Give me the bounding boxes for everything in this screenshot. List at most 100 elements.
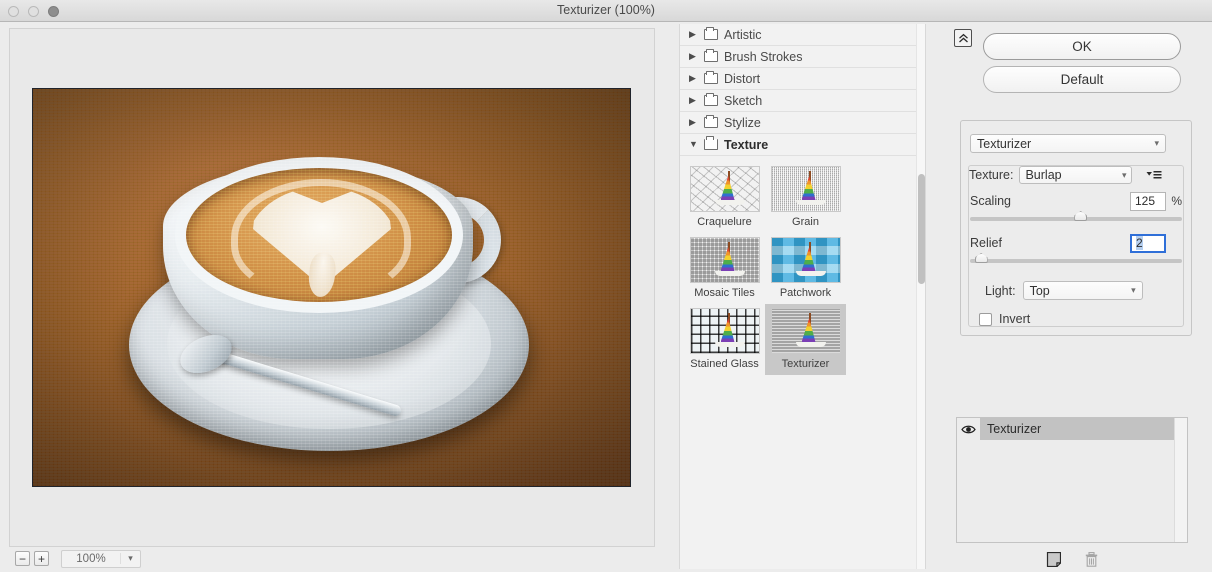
delete-effect-layer-icon[interactable] <box>1085 551 1098 567</box>
chevron-down-icon: ▾ <box>1154 138 1159 148</box>
triangle-right-icon[interactable]: ▶ <box>689 118 698 127</box>
light-row: Light: Top ▾ <box>985 281 1185 300</box>
folder-icon <box>704 26 718 40</box>
folder-icon <box>704 114 718 128</box>
scrollbar-thumb[interactable] <box>918 174 925 284</box>
invert-checkbox[interactable] <box>979 312 992 326</box>
effect-layers-panel: Texturizer <box>956 417 1188 543</box>
relief-slider-track[interactable] <box>970 253 1182 263</box>
layer-scrollbar[interactable] <box>1174 418 1187 542</box>
filter-thumbnail-craquelure[interactable]: Craquelure <box>684 162 765 233</box>
filter-category-label: Stylize <box>724 115 761 130</box>
chevron-down-icon: ▾ <box>120 553 140 564</box>
zoom-level-value: 100% <box>76 552 106 565</box>
filter-category-distort[interactable]: ▶ Distort <box>680 68 925 90</box>
filter-category-texture[interactable]: ▼ Texture <box>680 134 925 156</box>
preview-panel[interactable] <box>9 28 655 547</box>
eye-visibility-icon[interactable] <box>957 418 980 440</box>
filter-thumbnail-label: Grain <box>792 216 819 228</box>
filter-category-stylize[interactable]: ▶ Stylize <box>680 112 925 134</box>
filter-browser[interactable]: ▶ Artistic ▶ Brush Strokes ▶ Distort ▶ Sketch ▶ S… <box>679 24 926 569</box>
filter-category-sketch[interactable]: ▶ Sketch <box>680 90 925 112</box>
invert-label: Invert <box>999 312 1031 326</box>
filter-name-dropdown[interactable]: Texturizer ▾ <box>970 134 1166 153</box>
filter-thumbnail-texturizer[interactable]: Texturizer <box>765 304 846 376</box>
filter-category-label: Texture <box>724 137 769 152</box>
zoom-controls: − + 100% ▾ <box>9 548 655 569</box>
scaling-unit: % <box>1171 194 1182 208</box>
folder-icon <box>704 92 718 106</box>
folder-icon <box>704 135 718 150</box>
light-label: Light: <box>985 283 1016 298</box>
filter-thumbnail-label: Stained Glass <box>690 358 759 371</box>
preview-image[interactable] <box>32 88 631 487</box>
filter-thumbnail-patchwork[interactable]: Patchwork <box>765 233 846 304</box>
filter-category-label: Distort <box>724 71 761 86</box>
triangle-right-icon[interactable]: ▶ <box>689 74 698 83</box>
zoom-out-button[interactable]: − <box>15 551 30 566</box>
filter-thumbnail-preview <box>689 166 760 212</box>
texture-row: Texture: Burlap ▾ <box>969 166 1199 184</box>
relief-header: Relief 2 <box>970 232 1182 254</box>
texture-value: Burlap <box>1025 168 1062 182</box>
chevron-down-icon: ▾ <box>1121 169 1127 180</box>
filter-thumbnail-grid: Craquelure Grain Mosaic Tiles Patchwork Stai… <box>680 156 925 381</box>
filter-category-label: Sketch <box>724 93 763 108</box>
relief-value: 2 <box>1136 236 1143 250</box>
filter-thumbnail-preview <box>770 237 841 284</box>
filter-thumbnail-preview <box>689 308 760 355</box>
relief-slider-block: Relief 2 <box>970 232 1182 263</box>
filter-name-value: Texturizer <box>977 136 1032 151</box>
filter-thumbnail-preview <box>689 237 760 284</box>
preview-vignette <box>33 89 630 486</box>
filter-category-brush-strokes[interactable]: ▶ Brush Strokes <box>680 46 925 68</box>
triangle-down-icon[interactable]: ▼ <box>689 140 698 149</box>
filter-category-label: Artistic <box>724 27 762 42</box>
filter-thumbnail-stained-glass[interactable]: Stained Glass <box>684 304 765 375</box>
ok-button[interactable]: OK <box>983 33 1181 60</box>
filter-thumbnail-mosaic-tiles[interactable]: Mosaic Tiles <box>684 233 765 304</box>
collapse-panel-button[interactable] <box>954 29 972 47</box>
triangle-right-icon[interactable]: ▶ <box>689 30 698 39</box>
settings-panel: OK Default Texturizer ▾ Texture: Burlap … <box>927 24 1212 569</box>
invert-row[interactable]: Invert <box>979 312 1030 326</box>
filter-thumbnail-preview <box>770 166 841 212</box>
filter-browser-scrollbar[interactable] <box>916 24 925 569</box>
effect-layer-row[interactable]: Texturizer <box>957 418 1187 440</box>
effect-layer-list: Texturizer <box>957 418 1187 440</box>
window-titlebar: Texturizer (100%) <box>0 0 1212 22</box>
folder-icon <box>704 70 718 84</box>
filter-category-artistic[interactable]: ▶ Artistic <box>680 24 925 46</box>
filter-thumbnail-label: Patchwork <box>779 287 832 300</box>
scaling-label: Scaling <box>970 194 1011 208</box>
zoom-in-button[interactable]: + <box>34 551 49 566</box>
triangle-right-icon[interactable]: ▶ <box>689 52 698 61</box>
texture-dropdown[interactable]: Burlap ▾ <box>1019 166 1133 184</box>
layer-actions-bar <box>956 548 1188 570</box>
filter-thumbnail-label: Mosaic Tiles <box>694 287 755 300</box>
relief-input[interactable]: 2 <box>1130 233 1166 253</box>
window-title: Texturizer (100%) <box>557 3 655 17</box>
default-button[interactable]: Default <box>983 66 1181 93</box>
filter-thumbnail-preview <box>770 308 841 355</box>
light-dropdown[interactable]: Top ▾ <box>1022 281 1143 300</box>
filter-category-label: Brush Strokes <box>724 49 803 64</box>
scaling-slider-block: Scaling 125 % <box>970 190 1182 221</box>
filter-thumbnail-grain[interactable]: Grain <box>765 162 846 233</box>
scaling-slider-track[interactable] <box>970 211 1182 221</box>
texture-flyout-menu-icon[interactable] <box>1146 170 1162 180</box>
filter-thumbnail-label: Craquelure <box>697 216 752 228</box>
effect-layer-name: Texturizer <box>980 418 1187 440</box>
double-chevron-up-icon <box>958 33 968 42</box>
chevron-down-icon: ▾ <box>1131 285 1136 295</box>
scaling-input[interactable]: 125 <box>1130 191 1166 211</box>
relief-slider-thumb[interactable] <box>974 253 988 263</box>
triangle-right-icon[interactable]: ▶ <box>689 96 698 105</box>
texture-label: Texture: <box>969 168 1014 182</box>
light-value: Top <box>1029 283 1050 298</box>
scaling-slider-thumb[interactable] <box>1074 211 1088 221</box>
new-effect-layer-icon[interactable] <box>1046 551 1062 568</box>
relief-label: Relief <box>970 236 1002 250</box>
folder-icon <box>704 48 718 62</box>
zoom-level-dropdown[interactable]: 100% ▾ <box>61 549 141 568</box>
